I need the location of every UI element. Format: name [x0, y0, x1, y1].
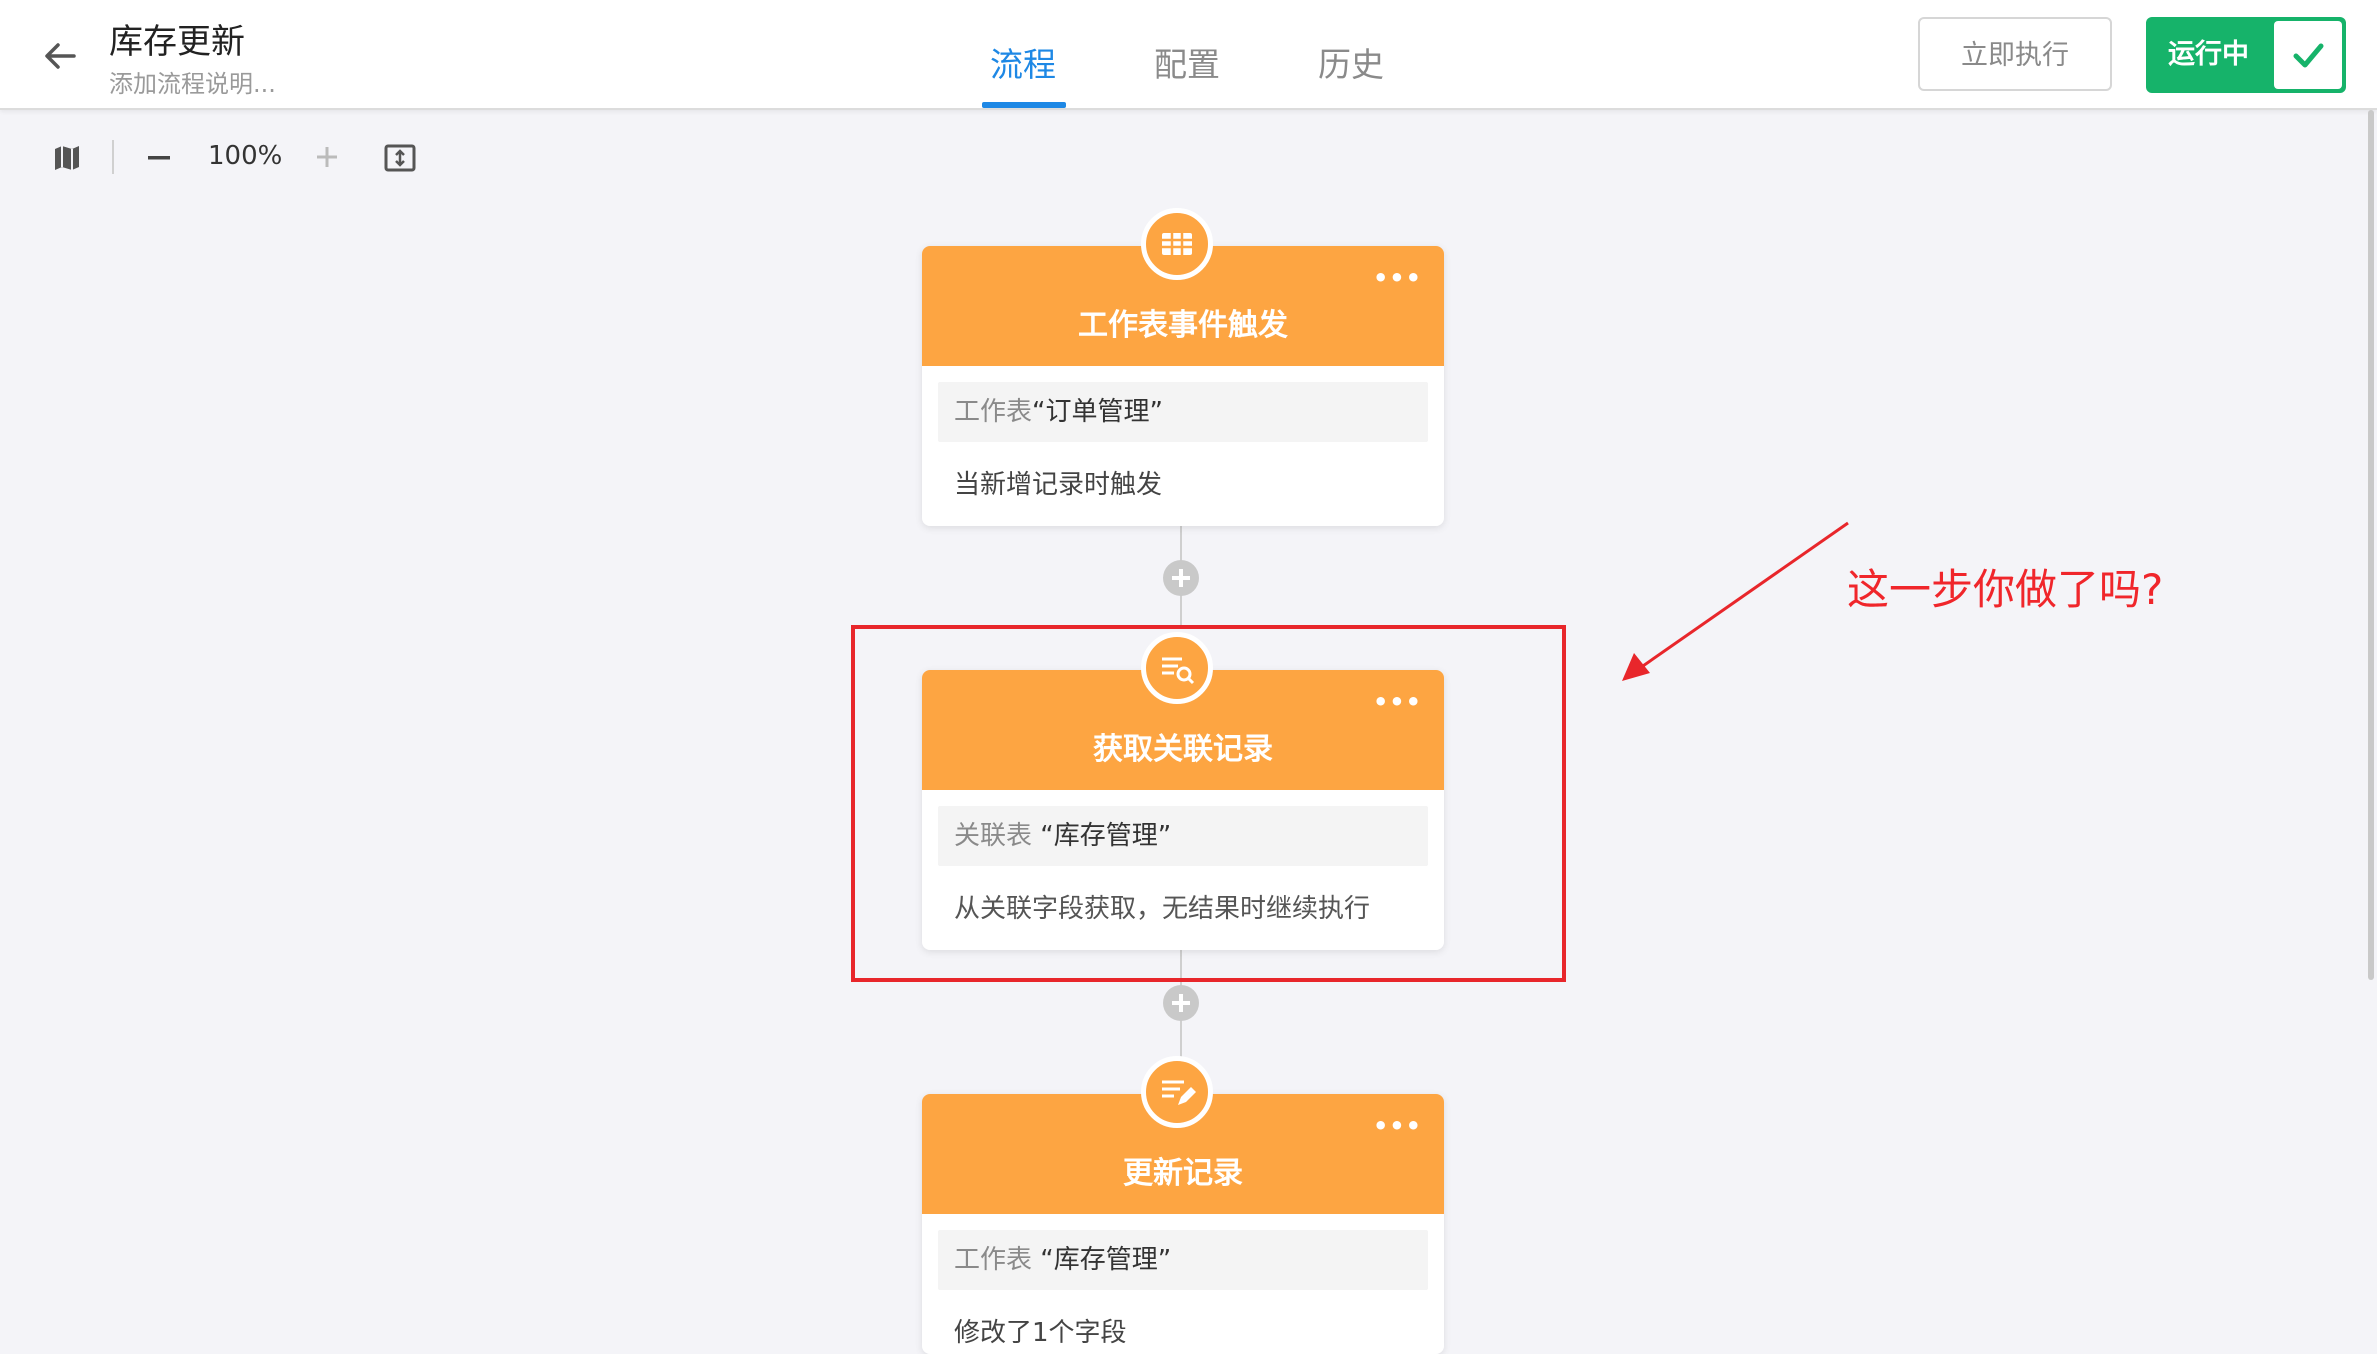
- vertical-scrollbar[interactable]: [2368, 110, 2374, 980]
- run-now-button[interactable]: 立即执行: [1918, 17, 2112, 91]
- add-node-button[interactable]: [1163, 985, 1199, 1021]
- zoom-out-icon[interactable]: [146, 150, 172, 170]
- zoom-level: 100%: [208, 141, 283, 171]
- tab-history[interactable]: 历史: [1318, 38, 1384, 86]
- more-options-icon[interactable]: •••: [1373, 1112, 1422, 1140]
- node-title: 工作表事件触发: [1078, 308, 1288, 343]
- node-title: 更新记录: [1123, 1156, 1243, 1191]
- highlight-box: [851, 625, 1566, 982]
- node-detail: 工作表 “库存管理”: [938, 1230, 1428, 1290]
- detail-prefix: 工作表: [954, 1245, 1033, 1275]
- workflow-description[interactable]: 添加流程说明...: [109, 64, 276, 99]
- workflow-title[interactable]: 库存更新: [109, 14, 245, 63]
- zoom-in-icon[interactable]: [314, 144, 340, 174]
- fit-screen-icon[interactable]: [384, 143, 416, 177]
- running-status-label: 运行中: [2168, 39, 2249, 70]
- flow-node-trigger[interactable]: ••• 工作表事件触发 工作表“订单管理” 当新增记录时触发: [922, 246, 1444, 526]
- check-icon: [2274, 21, 2342, 89]
- minimap-icon[interactable]: [52, 144, 82, 176]
- top-bar: 库存更新 添加流程说明... 流程 配置 历史 立即执行 运行中: [0, 0, 2377, 110]
- edit-records-icon: [1141, 1056, 1213, 1128]
- table-icon: [1141, 208, 1213, 280]
- node-description: 当新增记录时触发: [954, 470, 1163, 500]
- detail-prefix: 工作表: [954, 397, 1033, 427]
- tab-config[interactable]: 配置: [1154, 38, 1220, 86]
- detail-value: “订单管理”: [1032, 397, 1163, 427]
- flow-node-update-record[interactable]: ••• 更新记录 工作表 “库存管理” 修改了1个字段: [922, 1094, 1444, 1354]
- node-detail: 工作表“订单管理”: [938, 382, 1428, 442]
- more-options-icon[interactable]: •••: [1373, 264, 1422, 292]
- annotation-text: 这一步你做了吗?: [1847, 565, 2164, 614]
- detail-value: “库存管理”: [1032, 1245, 1172, 1275]
- active-tab-indicator: [982, 102, 1066, 108]
- toolbar-divider: [112, 140, 114, 174]
- add-node-button[interactable]: [1163, 560, 1199, 596]
- tab-flow[interactable]: 流程: [990, 38, 1056, 86]
- back-arrow-icon[interactable]: [40, 36, 80, 76]
- node-description: 修改了1个字段: [954, 1318, 1127, 1348]
- running-toggle[interactable]: 运行中: [2146, 17, 2346, 93]
- annotation-arrow-icon: [1622, 521, 1849, 681]
